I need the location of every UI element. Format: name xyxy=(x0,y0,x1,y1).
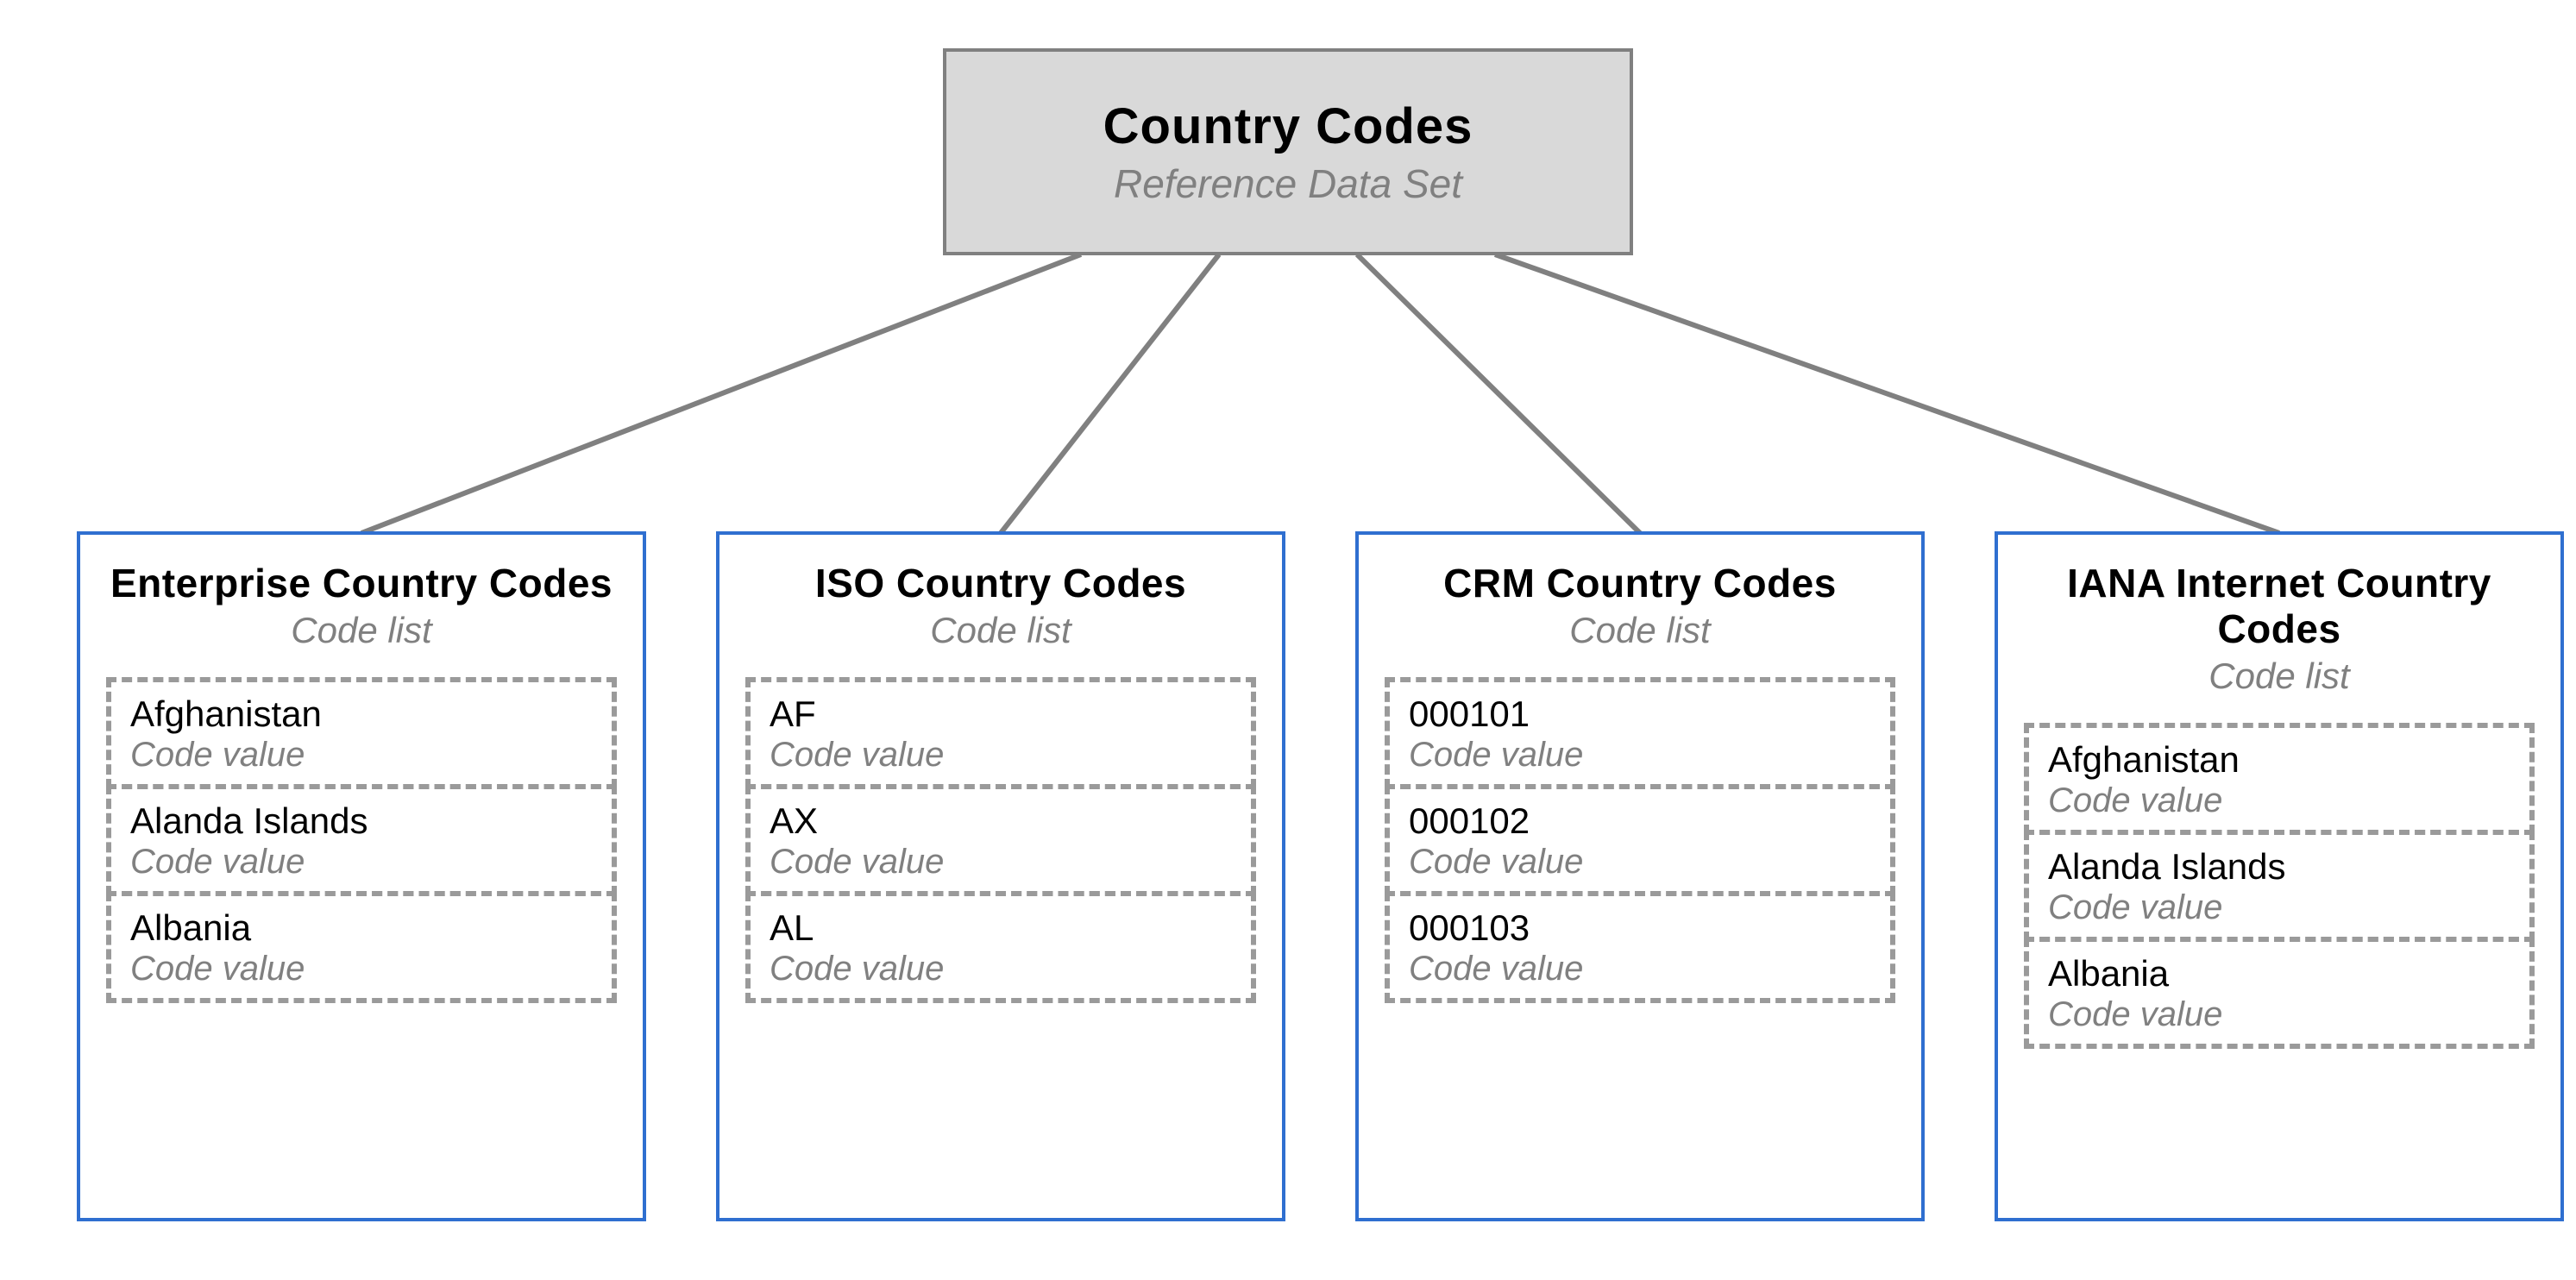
code-list-crm: CRM Country Codes Code list 000101 Code … xyxy=(1355,531,1925,1221)
code-value: 000103 xyxy=(1409,908,1871,948)
code-value-item: AF Code value xyxy=(745,677,1256,789)
code-value-item: Alanda Islands Code value xyxy=(106,784,617,896)
code-value: Albania xyxy=(130,908,593,948)
values-stack: Afghanistan Code value Alanda Islands Co… xyxy=(2024,723,2535,1050)
code-value: Albania xyxy=(2048,954,2510,994)
code-value-item: Afghanistan Code value xyxy=(106,677,617,789)
code-value-item: 000101 Code value xyxy=(1385,677,1895,789)
code-list-enterprise: Enterprise Country Codes Code list Afgha… xyxy=(77,531,646,1221)
code-value-item: 000103 Code value xyxy=(1385,891,1895,1003)
code-value-label: Code value xyxy=(2048,995,2510,1033)
code-value-label: Code value xyxy=(770,843,1232,881)
code-value: Afghanistan xyxy=(2048,740,2510,780)
code-value-label: Code value xyxy=(130,843,593,881)
code-value-label: Code value xyxy=(1409,736,1871,774)
code-value: AF xyxy=(770,694,1232,734)
code-value: 000102 xyxy=(1409,801,1871,841)
code-value-item: Alanda Islands Code value xyxy=(2024,830,2535,942)
list-title: Enterprise Country Codes xyxy=(110,561,613,606)
code-list-iso: ISO Country Codes Code list AF Code valu… xyxy=(716,531,1285,1221)
code-value: Alanda Islands xyxy=(2048,847,2510,887)
code-value-label: Code value xyxy=(770,736,1232,774)
list-title: ISO Country Codes xyxy=(815,561,1186,606)
list-subtitle: Code list xyxy=(291,610,431,651)
list-title: CRM Country Codes xyxy=(1443,561,1837,606)
code-list-iana: IANA Internet Country Codes Code list Af… xyxy=(1995,531,2564,1221)
code-value-label: Code value xyxy=(130,950,593,988)
code-value-item: Afghanistan Code value xyxy=(2024,723,2535,835)
list-title: IANA Internet Country Codes xyxy=(2024,561,2535,652)
root-title: Country Codes xyxy=(1103,97,1473,155)
code-value-label: Code value xyxy=(130,736,593,774)
root-subtitle: Reference Data Set xyxy=(1114,160,1462,207)
values-stack: AF Code value AX Code value AL Code valu… xyxy=(745,677,1256,1004)
code-value-label: Code value xyxy=(1409,950,1871,988)
values-stack: 000101 Code value 000102 Code value 0001… xyxy=(1385,677,1895,1004)
code-value: AX xyxy=(770,801,1232,841)
diagram-canvas: Country Codes Reference Data Set Enterpr… xyxy=(0,0,2576,1280)
code-value-label: Code value xyxy=(770,950,1232,988)
code-value-label: Code value xyxy=(2048,781,2510,819)
code-value-label: Code value xyxy=(2048,888,2510,926)
code-value-item: AL Code value xyxy=(745,891,1256,1003)
list-subtitle: Code list xyxy=(2208,656,2349,697)
code-value: 000101 xyxy=(1409,694,1871,734)
code-value: Alanda Islands xyxy=(130,801,593,841)
code-value-item: 000102 Code value xyxy=(1385,784,1895,896)
code-value: Afghanistan xyxy=(130,694,593,734)
list-subtitle: Code list xyxy=(930,610,1071,651)
code-value-label: Code value xyxy=(1409,843,1871,881)
code-value-item: Albania Code value xyxy=(2024,937,2535,1049)
values-stack: Afghanistan Code value Alanda Islands Co… xyxy=(106,677,617,1004)
code-value: AL xyxy=(770,908,1232,948)
root-node: Country Codes Reference Data Set xyxy=(943,48,1633,255)
list-subtitle: Code list xyxy=(1569,610,1710,651)
code-value-item: AX Code value xyxy=(745,784,1256,896)
code-value-item: Albania Code value xyxy=(106,891,617,1003)
